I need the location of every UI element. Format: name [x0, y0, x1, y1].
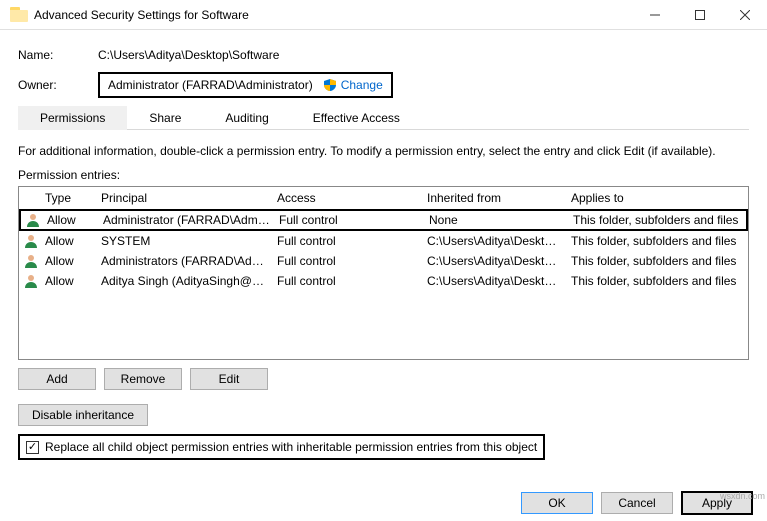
- person-icon: [19, 233, 41, 249]
- cell-inherited: C:\Users\Aditya\Deskt…: [423, 272, 567, 290]
- entry-buttons: Add Remove Edit: [18, 368, 749, 390]
- tab-effective-access[interactable]: Effective Access: [291, 106, 422, 130]
- cell-type: Allow: [41, 252, 97, 270]
- maximize-button[interactable]: [677, 0, 722, 29]
- change-link-text: Change: [341, 78, 383, 92]
- instruction-text: For additional information, double-click…: [18, 144, 749, 158]
- person-icon: [19, 253, 41, 269]
- table-row[interactable]: AllowAditya Singh (AdityaSingh@o…Full co…: [19, 271, 748, 291]
- window-buttons: [632, 0, 767, 29]
- tab-share[interactable]: Share: [127, 106, 203, 130]
- cell-applies: This folder, subfolders and files: [567, 232, 748, 250]
- minimize-button[interactable]: [632, 0, 677, 29]
- table-row[interactable]: AllowSYSTEMFull controlC:\Users\Aditya\D…: [19, 231, 748, 251]
- change-owner-link[interactable]: Change: [323, 78, 383, 92]
- disable-inheritance-button[interactable]: Disable inheritance: [18, 404, 148, 426]
- person-icon: [21, 212, 43, 228]
- dialog-footer: OK Cancel Apply: [521, 491, 753, 515]
- edit-button[interactable]: Edit: [190, 368, 268, 390]
- col-applies[interactable]: Applies to: [567, 187, 748, 209]
- replace-children-box: ✓ Replace all child object permission en…: [18, 434, 545, 460]
- cancel-button[interactable]: Cancel: [601, 492, 673, 514]
- cell-inherited: C:\Users\Aditya\Deskt…: [423, 232, 567, 250]
- remove-button[interactable]: Remove: [104, 368, 182, 390]
- col-access[interactable]: Access: [273, 187, 423, 209]
- cell-type: Allow: [41, 272, 97, 290]
- cell-principal: SYSTEM: [97, 232, 273, 250]
- close-button[interactable]: [722, 0, 767, 29]
- owner-box: Administrator (FARRAD\Administrator) Cha…: [98, 72, 393, 98]
- owner-label: Owner:: [18, 78, 98, 92]
- info-section: Name: C:\Users\Aditya\Desktop\Software O…: [18, 48, 749, 98]
- replace-children-label: Replace all child object permission entr…: [45, 440, 537, 454]
- permission-table[interactable]: Type Principal Access Inherited from App…: [18, 186, 749, 360]
- col-type[interactable]: Type: [41, 187, 97, 209]
- replace-children-checkbox[interactable]: ✓: [26, 441, 39, 454]
- person-icon: [19, 273, 41, 289]
- cell-type: Allow: [41, 232, 97, 250]
- tab-permissions[interactable]: Permissions: [18, 106, 127, 130]
- cell-access: Full control: [273, 252, 423, 270]
- name-label: Name:: [18, 48, 98, 62]
- cell-principal: Administrators (FARRAD\Ad…: [97, 252, 273, 270]
- uac-shield-icon: [323, 78, 337, 92]
- cell-inherited: C:\Users\Aditya\Deskt…: [423, 252, 567, 270]
- cell-applies: This folder, subfolders and files: [567, 272, 748, 290]
- tab-strip: Permissions Share Auditing Effective Acc…: [18, 106, 749, 130]
- titlebar: Advanced Security Settings for Software: [0, 0, 767, 30]
- folder-icon: [10, 7, 28, 22]
- table-header: Type Principal Access Inherited from App…: [19, 187, 748, 210]
- cell-access: Full control: [273, 272, 423, 290]
- add-button[interactable]: Add: [18, 368, 96, 390]
- window-title: Advanced Security Settings for Software: [34, 8, 632, 22]
- cell-access: Full control: [273, 232, 423, 250]
- table-row[interactable]: AllowAdministrators (FARRAD\Ad…Full cont…: [19, 251, 748, 271]
- watermark: wsxdn.com: [720, 491, 765, 501]
- col-principal[interactable]: Principal: [97, 187, 273, 209]
- cell-type: Allow: [43, 211, 99, 229]
- cell-applies: This folder, subfolders and files: [567, 252, 748, 270]
- table-body: AllowAdministrator (FARRAD\Admi…Full con…: [19, 209, 748, 291]
- ok-button[interactable]: OK: [521, 492, 593, 514]
- cell-principal: Aditya Singh (AdityaSingh@o…: [97, 272, 273, 290]
- col-inherited[interactable]: Inherited from: [423, 187, 567, 209]
- owner-value: Administrator (FARRAD\Administrator): [108, 78, 313, 92]
- table-row[interactable]: AllowAdministrator (FARRAD\Admi…Full con…: [19, 209, 748, 231]
- cell-inherited: None: [425, 211, 569, 229]
- cell-applies: This folder, subfolders and files: [569, 211, 746, 229]
- name-value: C:\Users\Aditya\Desktop\Software: [98, 48, 749, 62]
- tab-auditing[interactable]: Auditing: [203, 106, 290, 130]
- cell-access: Full control: [275, 211, 425, 229]
- cell-principal: Administrator (FARRAD\Admi…: [99, 211, 275, 229]
- permission-entries-label: Permission entries:: [18, 168, 749, 182]
